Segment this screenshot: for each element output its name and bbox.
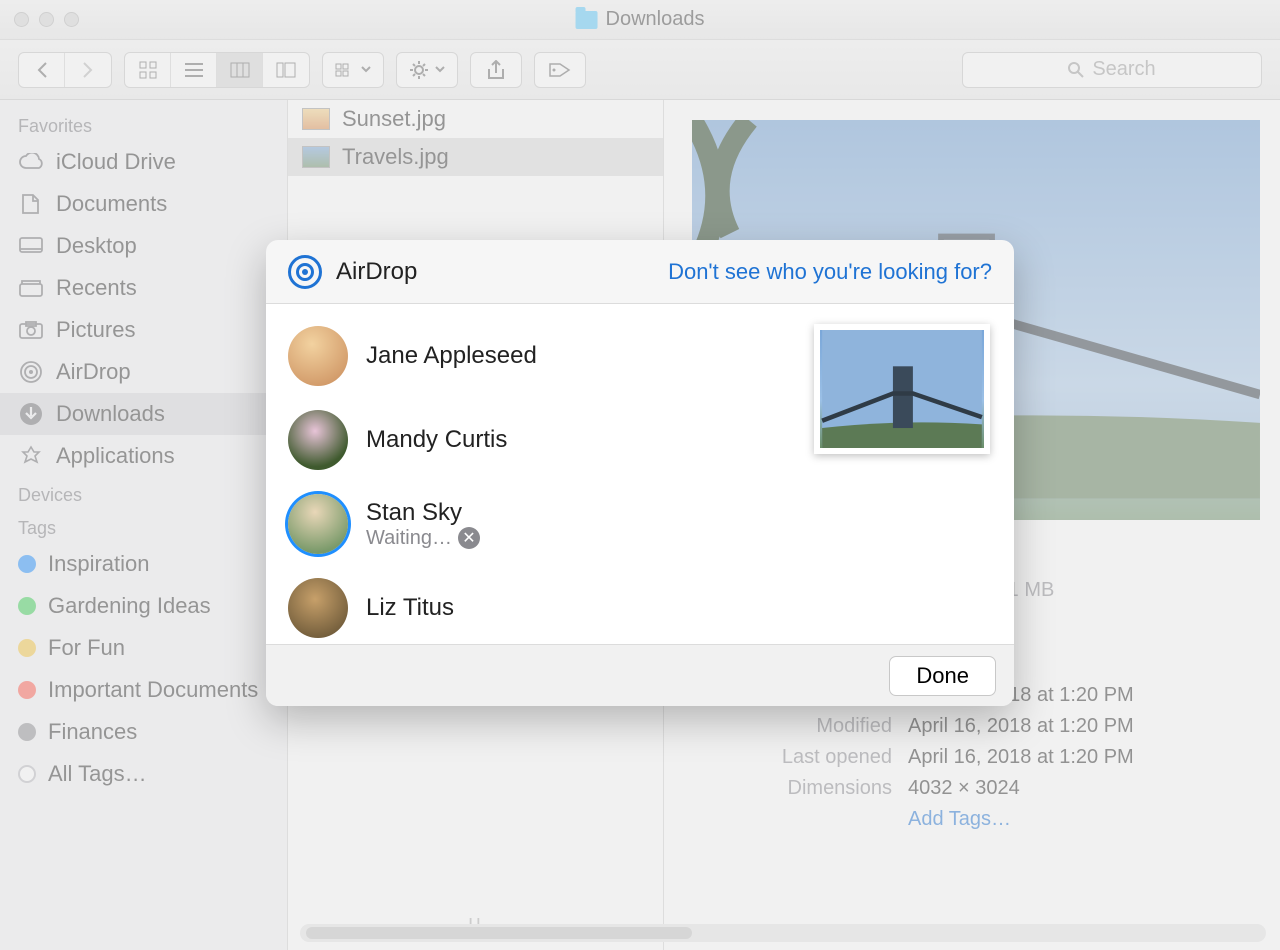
airdrop-icon (288, 255, 322, 289)
person-name: Mandy Curtis (366, 426, 507, 454)
airdrop-person[interactable]: Stan Sky Waiting…✕ (266, 482, 814, 566)
sheet-body: Jane Appleseed Mandy Curtis Stan Sky Wai… (266, 304, 1014, 644)
person-name: Liz Titus (366, 594, 454, 622)
share-preview-thumbnail (814, 324, 990, 454)
sheet-title: AirDrop (336, 258, 417, 286)
done-button[interactable]: Done (889, 656, 996, 696)
airdrop-person[interactable]: Jane Appleseed (266, 314, 814, 398)
person-status: Waiting…✕ (366, 527, 480, 550)
sheet-footer: Done (266, 644, 1014, 706)
airdrop-person[interactable]: Liz Titus (266, 566, 814, 644)
person-name: Jane Appleseed (366, 342, 537, 370)
sheet-help-link[interactable]: Don't see who you're looking for? (668, 259, 992, 285)
airdrop-sheet: AirDrop Don't see who you're looking for… (266, 240, 1014, 706)
avatar (288, 494, 348, 554)
avatar (288, 410, 348, 470)
person-name: Stan Sky (366, 499, 480, 527)
avatar (288, 578, 348, 638)
avatar (288, 326, 348, 386)
people-list: Jane Appleseed Mandy Curtis Stan Sky Wai… (266, 304, 814, 644)
airdrop-person[interactable]: Mandy Curtis (266, 398, 814, 482)
sheet-header: AirDrop Don't see who you're looking for… (266, 240, 1014, 304)
cancel-send-button[interactable]: ✕ (458, 527, 480, 549)
